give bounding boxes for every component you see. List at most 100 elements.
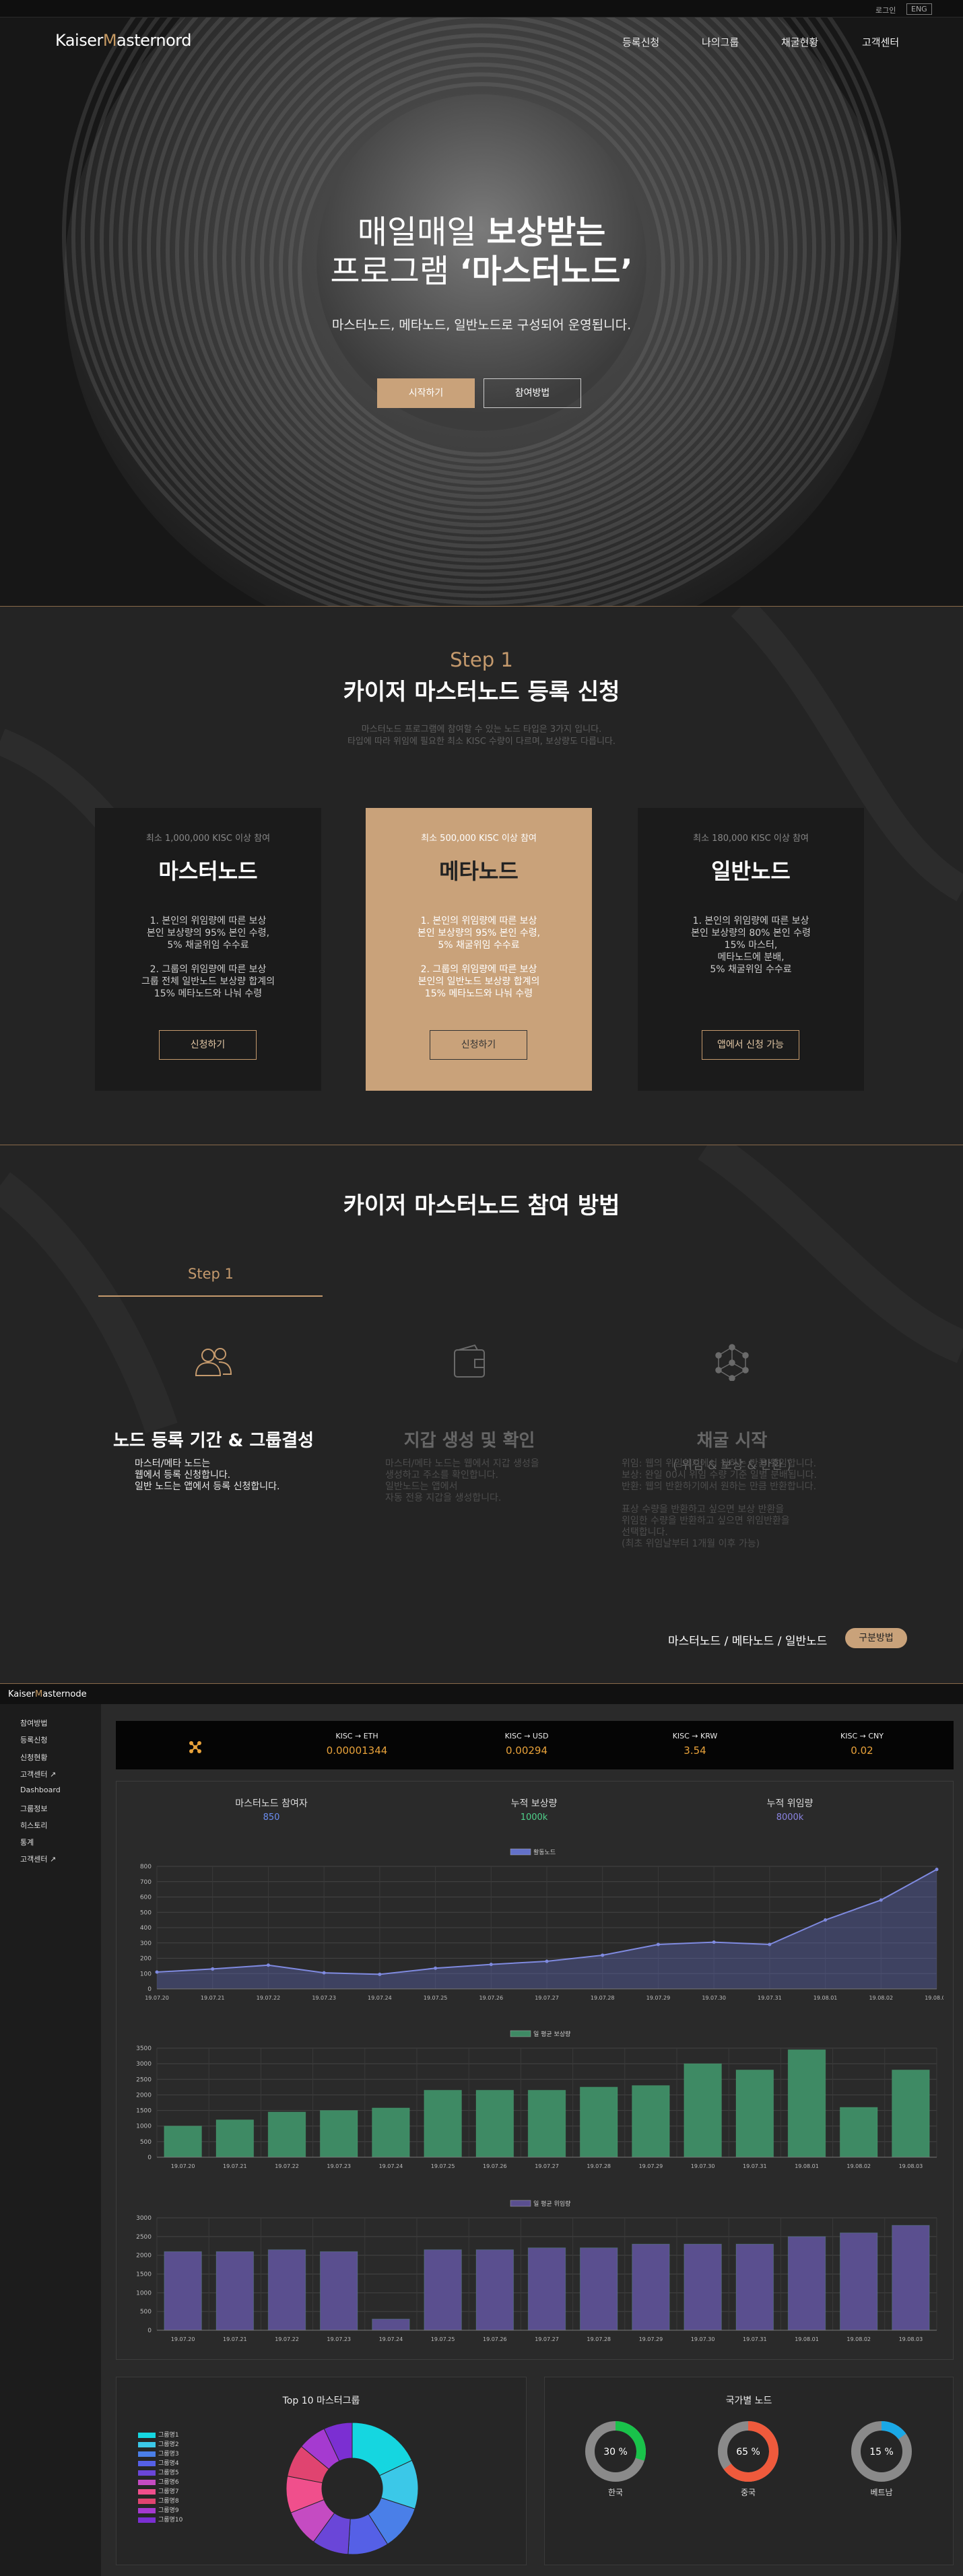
brand-logo[interactable]: KaiserMasternord — [55, 31, 191, 50]
x-tick-label: 19.07.20 — [171, 2163, 195, 2169]
donut-percent: 30 % — [603, 2447, 628, 2458]
register-desc-2: 타입에 따라 위임에 필요한 최소 KISC 수량이 다르며, 보상량도 다릅니… — [347, 737, 616, 747]
howto-text-wallet: 마스터/메타 노드는 웹에서 지갑 생성을 생성하고 주소를 확인합니다. 일반… — [385, 1458, 539, 1504]
sidebar-item-history[interactable]: 히스토리 — [20, 1820, 47, 1831]
x-tick-label: 19.07.29 — [639, 2336, 663, 2342]
active-tab-underline — [98, 1295, 323, 1297]
apply-in-app-button[interactable]: 앱에서 신청 가능 — [702, 1030, 799, 1060]
bar — [735, 2243, 774, 2331]
login-link[interactable]: 로그인 — [875, 5, 896, 15]
x-tick-label: 19.07.22 — [275, 2163, 299, 2169]
kisc-coin-icon — [189, 1741, 201, 1753]
x-tick-label: 19.07.27 — [535, 2336, 559, 2342]
top10-title: Top 10 마스터그룹 — [282, 2396, 360, 2406]
card-min-amount: 최소 180,000 KISC 이상 참여 — [693, 834, 809, 844]
y-tick-label: 2500 — [136, 2076, 152, 2083]
legend-label: 그룹명1 — [158, 2432, 179, 2439]
data-point — [211, 1967, 215, 1971]
card-min-amount: 최소 500,000 KISC 이상 참여 — [421, 834, 537, 844]
stat-delegations: 누적 위임량 8000k — [709, 1796, 871, 1823]
legend-swatch — [138, 2470, 156, 2476]
x-tick-label: 19.07.31 — [758, 1995, 782, 2001]
x-tick-label: 19.07.23 — [312, 1995, 336, 2001]
sidebar-item-dashboard[interactable]: Dashboard — [20, 1786, 61, 1794]
active-nodes-line-chart: 활동노드 0 100 200 300 400 500 600 700 800 19.07.20 19.… — [140, 1848, 943, 2001]
y-tick-label: 500 — [140, 1909, 152, 1916]
nav-support[interactable]: 고객센터 — [862, 35, 899, 49]
sidebar-item-register[interactable]: 등록신청 — [20, 1734, 47, 1745]
start-button[interactable]: 시작하기 — [377, 378, 475, 408]
ticker-pair: KISC → USD — [504, 1732, 549, 1740]
sidebar-item-howto[interactable]: 참여방법 — [20, 1718, 47, 1728]
legend-label: 그룹명9 — [158, 2507, 179, 2514]
card-line: 15% 메타노드와 나눠 수령 — [424, 988, 533, 999]
legend-item: 그룹명2 — [138, 2439, 179, 2448]
legend-label: 그룹명4 — [158, 2460, 179, 2467]
bar — [892, 2225, 930, 2331]
nav-register[interactable]: 등록신청 — [622, 35, 659, 49]
bar — [267, 2111, 306, 2158]
nav-my-group[interactable]: 나의그룹 — [702, 35, 739, 49]
card-line: 본인 보상량의 95% 본인 수령, — [417, 928, 541, 939]
donut-label-vietnam: 베트남 — [870, 2488, 893, 2497]
x-tick-label: 19.07.22 — [257, 1995, 281, 2001]
x-tick-label: 19.07.27 — [535, 1995, 559, 2001]
x-tick-label: 19.07.20 — [145, 1995, 169, 2001]
ticker-pair: KISC → KRW — [672, 1732, 718, 1740]
x-tick-label: 19.07.23 — [327, 2336, 351, 2342]
data-point — [824, 1918, 828, 1922]
apply-metanode-button[interactable]: 신청하기 — [430, 1030, 527, 1060]
x-tick-label: 19.07.23 — [327, 2163, 351, 2169]
legend-label: 그룹명2 — [158, 2441, 179, 2448]
sidebar-item-group[interactable]: 그룹정보 — [20, 1803, 47, 1814]
legend-swatch — [138, 2460, 156, 2466]
bar — [839, 2107, 878, 2158]
x-tick-label: 19.08.03 — [925, 1995, 943, 2001]
y-tick-label: 3000 — [136, 2061, 152, 2068]
wallet-icon — [454, 1344, 485, 1378]
language-toggle[interactable]: ENG — [906, 3, 932, 15]
bar — [475, 2249, 514, 2331]
hero-title-line1: 매일매일 보상받는 — [0, 212, 963, 252]
howto-line: 일반노드는 앱에서 — [385, 1481, 458, 1492]
bar — [787, 2236, 826, 2331]
legend-swatch — [138, 2451, 156, 2457]
classification-button[interactable]: 구분방법 — [845, 1628, 907, 1648]
bar — [892, 2069, 930, 2158]
hero-section: 로그인 ENG KaiserMasternord 등록신청 나의그룹 채굴현황 … — [0, 0, 963, 606]
register-desc-1: 마스터노드 프로그램에 참여할 수 있는 노드 타입은 3가지 입니다. — [361, 724, 602, 735]
hero-background-image — [0, 0, 963, 606]
legend-swatch — [138, 2432, 156, 2438]
card-title: 일반노드 — [711, 858, 791, 884]
apply-masternode-button[interactable]: 신청하기 — [159, 1030, 257, 1060]
y-tick-label: 800 — [140, 1864, 152, 1870]
how-to-join-button[interactable]: 참여방법 — [484, 378, 581, 408]
y-tick-label: 2000 — [136, 2253, 152, 2260]
bar — [632, 2085, 670, 2158]
x-tick-label: 19.07.21 — [223, 2163, 247, 2169]
sidebar-item-stats[interactable]: 통계 — [20, 1837, 34, 1848]
data-point — [545, 1959, 549, 1963]
howto-tab-step1[interactable]: Step 1 — [188, 1266, 234, 1282]
legend-swatch — [138, 2488, 156, 2495]
dashboard-logo[interactable]: KaiserMasternode — [8, 1689, 87, 1699]
stat-label: 마스터노드 참여자 — [235, 1798, 308, 1809]
legend-swatch — [138, 2507, 156, 2513]
sidebar-item-support-2[interactable]: 고객센터 ↗ — [20, 1854, 56, 1864]
x-tick-label: 19.07.22 — [275, 2336, 299, 2342]
y-tick-label: 700 — [140, 1879, 152, 1886]
howto-col-wallet: 지갑 생성 및 확인 — [348, 1343, 591, 1452]
hero-subtitle: 마스터노드, 메타노드, 일반노드로 구성되어 운영됩니다. — [331, 318, 632, 333]
sidebar-item-support[interactable]: 고객센터 ↗ — [20, 1769, 56, 1780]
x-tick-label: 19.07.28 — [587, 2163, 611, 2169]
top10-pie-chart — [286, 2422, 419, 2555]
nav-mining-status[interactable]: 채굴현황 — [781, 35, 818, 49]
card-line: 5% 채굴위임 수수료 — [438, 940, 520, 951]
legend-item: 그룹명3 — [138, 2449, 179, 2458]
card-title: 마스터노드 — [158, 858, 258, 884]
sidebar-item-status[interactable]: 신청현황 — [20, 1752, 47, 1763]
y-tick-label: 1000 — [136, 2290, 152, 2297]
legend-item: 그룹명7 — [138, 2486, 179, 2495]
stat-label: 누적 위임량 — [766, 1798, 813, 1809]
hero-title-light-2: 프로그램 — [330, 252, 460, 290]
